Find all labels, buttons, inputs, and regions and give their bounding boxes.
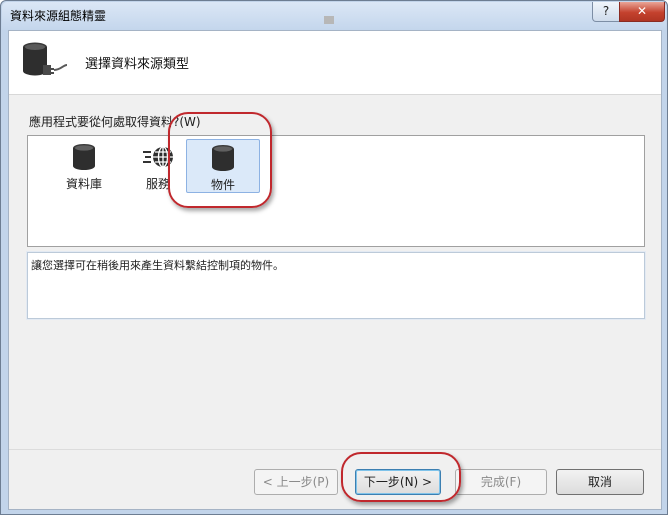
cancel-button[interactable]: 取消 bbox=[556, 469, 644, 495]
footer-divider bbox=[9, 449, 661, 450]
finish-button[interactable]: 完成(F) bbox=[455, 469, 547, 495]
title-artifact bbox=[324, 16, 334, 24]
wizard-client-area: 選擇資料來源類型 應用程式要從何處取得資料?(W) 資料庫 服務 物件 讓您選擇… bbox=[8, 30, 662, 510]
description-text: 讓您選擇可在稍後用來產生資料繫結控制項的物件。 bbox=[31, 259, 284, 272]
title-bar[interactable]: 資料來源組態精靈 ? ✕ bbox=[2, 2, 666, 30]
source-type-label: 資料庫 bbox=[65, 177, 102, 191]
window-title: 資料來源組態精靈 bbox=[10, 9, 107, 23]
annotation-circle-object bbox=[168, 112, 272, 208]
database-icon bbox=[48, 143, 120, 174]
wizard-header: 選擇資料來源類型 bbox=[9, 31, 661, 95]
page-title: 選擇資料來源類型 bbox=[85, 57, 190, 72]
source-type-database[interactable]: 資料庫 bbox=[48, 139, 120, 191]
wizard-window: 資料來源組態精靈 ? ✕ 選擇資料來源類型 應用程式要從何處取得資料?(W) 資… bbox=[0, 0, 668, 515]
help-button[interactable]: ? bbox=[592, 2, 620, 22]
data-source-type-list[interactable]: 資料庫 服務 物件 bbox=[27, 135, 645, 247]
database-plug-icon bbox=[21, 41, 69, 84]
annotation-circle-next bbox=[341, 452, 461, 502]
description-box: 讓您選擇可在稍後用來產生資料繫結控制項的物件。 bbox=[26, 251, 646, 320]
close-button[interactable]: ✕ bbox=[619, 2, 665, 22]
previous-button[interactable]: < 上一步(P) bbox=[254, 469, 338, 495]
